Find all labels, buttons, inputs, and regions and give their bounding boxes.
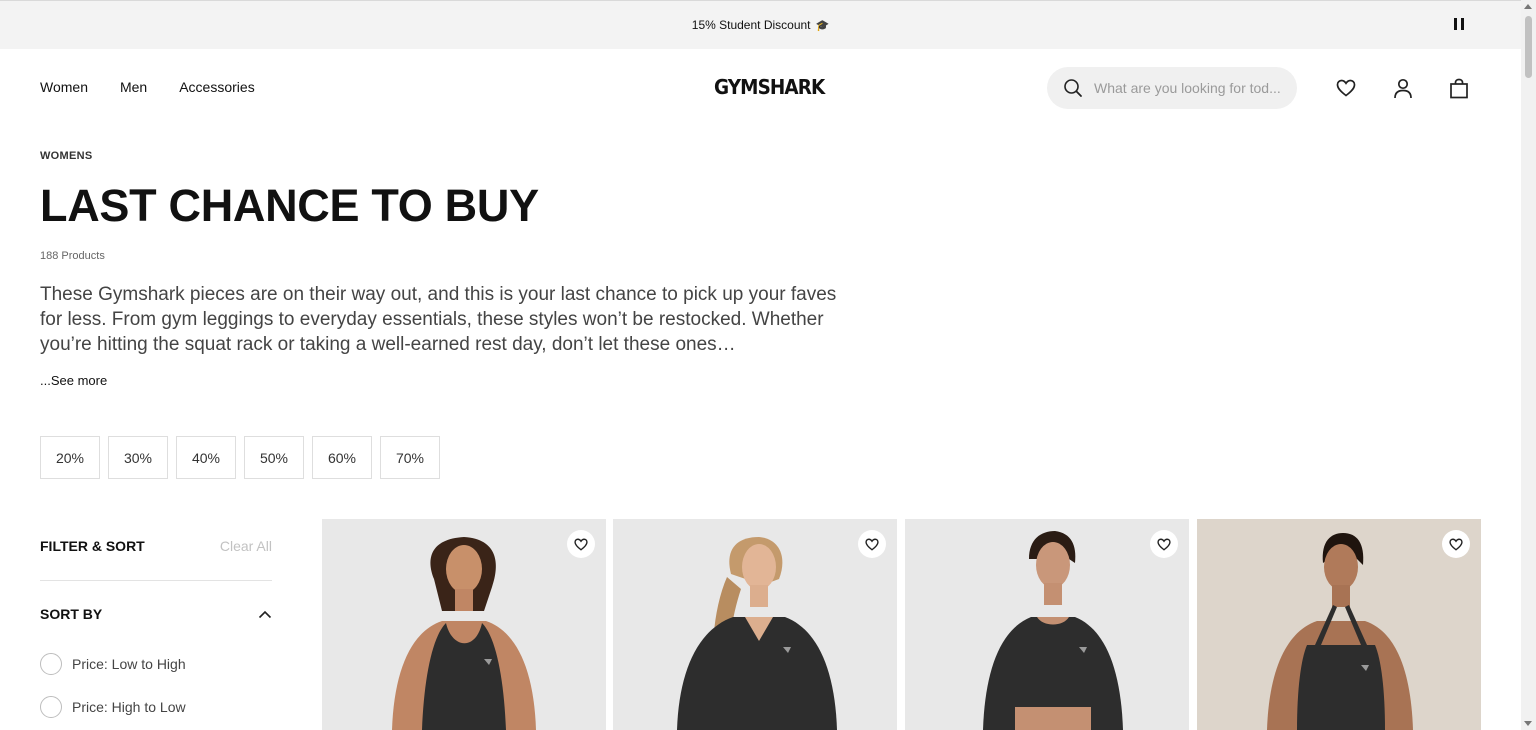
discount-filter-chips: 20% 30% 40% 50% 60% 70% — [40, 436, 440, 479]
discount-chip-40[interactable]: 40% — [176, 436, 236, 479]
scrollbar-thumb[interactable] — [1525, 16, 1532, 78]
wishlist-heart-icon[interactable] — [567, 530, 595, 558]
clear-all-button[interactable]: Clear All — [220, 538, 272, 554]
page-title: LAST CHANCE TO BUY — [40, 180, 539, 231]
product-image — [905, 519, 1189, 730]
search-icon — [1064, 79, 1082, 97]
product-card[interactable] — [613, 519, 897, 730]
product-image — [1197, 519, 1481, 730]
filter-sort-title: FILTER & SORT — [40, 538, 145, 554]
radio-button[interactable] — [40, 696, 62, 718]
product-image — [322, 519, 606, 730]
discount-chip-20[interactable]: 20% — [40, 436, 100, 479]
product-count: 188 Products — [40, 250, 105, 262]
nav-link-women[interactable]: Women — [40, 79, 88, 95]
bag-icon[interactable] — [1448, 77, 1470, 99]
nav-link-men[interactable]: Men — [120, 79, 147, 95]
nav-link-accessories[interactable]: Accessories — [179, 79, 254, 95]
discount-chip-30[interactable]: 30% — [108, 436, 168, 479]
scroll-down-arrow-icon[interactable] — [1524, 721, 1532, 726]
divider — [40, 580, 272, 581]
product-image — [613, 519, 897, 730]
discount-chip-50[interactable]: 50% — [244, 436, 304, 479]
wishlist-heart-icon[interactable] — [858, 530, 886, 558]
gymshark-logo[interactable]: GYMSHARK — [714, 75, 825, 99]
pause-icon[interactable] — [1454, 18, 1464, 30]
announcement-text: 15% Student Discount — [691, 18, 811, 32]
main-navigation: Women Men Accessories GYMSHARK — [0, 49, 1521, 127]
sort-by-title: SORT BY — [40, 606, 103, 622]
announcement-bar: 15% Student Discount 🎓 — [0, 0, 1521, 49]
wishlist-heart-icon[interactable] — [1442, 530, 1470, 558]
breadcrumb[interactable]: WOMENS — [40, 150, 93, 162]
see-more-link[interactable]: ...See more — [40, 373, 107, 388]
user-icon[interactable] — [1392, 77, 1414, 99]
scroll-up-arrow-icon[interactable] — [1524, 4, 1532, 9]
filter-header: FILTER & SORT Clear All — [40, 538, 272, 554]
sort-option-low-to-high[interactable]: Price: Low to High — [40, 653, 186, 675]
sort-by-toggle[interactable]: SORT BY — [40, 606, 272, 622]
chevron-up-icon — [258, 610, 272, 618]
graduation-cap-icon: 🎓 — [815, 19, 830, 32]
sort-option-high-to-low[interactable]: Price: High to Low — [40, 696, 186, 718]
search-input[interactable] — [1094, 80, 1284, 96]
heart-icon[interactable] — [1335, 77, 1357, 99]
product-card[interactable] — [322, 519, 606, 730]
product-card[interactable] — [1197, 519, 1481, 730]
sort-option-label: Price: High to Low — [72, 699, 186, 715]
product-card[interactable] — [905, 519, 1189, 730]
radio-button[interactable] — [40, 653, 62, 675]
discount-chip-60[interactable]: 60% — [312, 436, 372, 479]
search-bar[interactable] — [1047, 67, 1297, 109]
collection-description: These Gymshark pieces are on their way o… — [40, 284, 837, 355]
wishlist-heart-icon[interactable] — [1150, 530, 1178, 558]
page-scrollbar[interactable] — [1521, 0, 1536, 730]
discount-chip-70[interactable]: 70% — [380, 436, 440, 479]
sort-option-label: Price: Low to High — [72, 656, 186, 672]
